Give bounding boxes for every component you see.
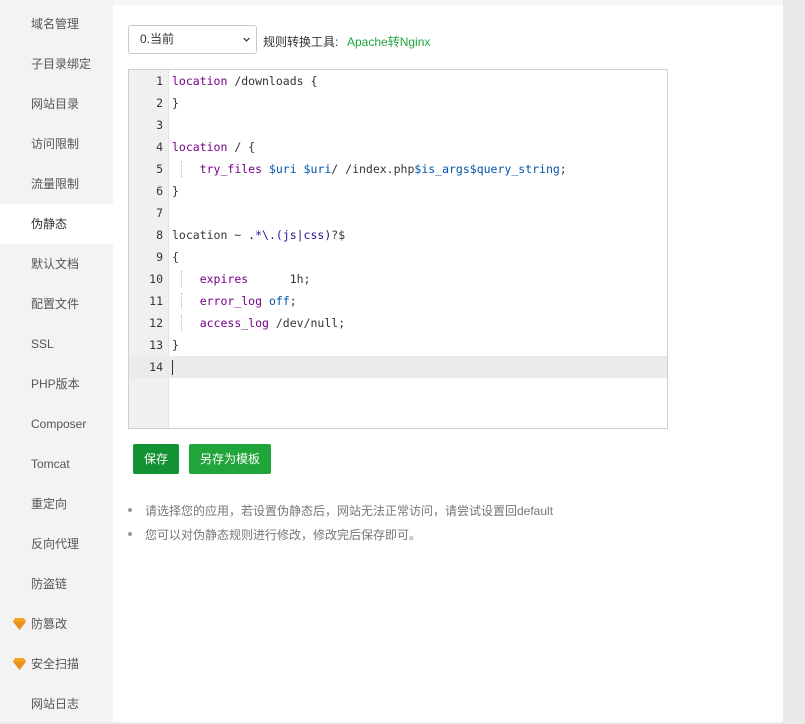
sidebar-item-domain[interactable]: 域名管理: [0, 4, 113, 44]
converter-label: 规则转换工具:: [263, 35, 339, 49]
code-line-current[interactable]: 14: [129, 356, 667, 378]
line-number: 11: [149, 294, 163, 308]
tip-item: 请选择您的应用，若设置伪静态后，网站无法正常访问，请尝试设置回default: [128, 504, 553, 528]
sidebar-item-default-document[interactable]: 默认文档: [0, 244, 113, 284]
line-number: 5: [156, 162, 163, 176]
code-text: try_files $uri $uri/ /index.php$is_args$…: [199, 162, 567, 176]
code-line: 3: [129, 114, 667, 136]
line-number: 4: [156, 140, 163, 154]
diamond-icon: [13, 658, 26, 670]
right-edge-background: [783, 0, 805, 722]
bullet-icon: [128, 532, 132, 536]
save-button[interactable]: 保存: [133, 444, 179, 474]
code-editor[interactable]: 1 location /downloads { 2 } 3 4 location…: [128, 69, 668, 429]
code-text: error_log off;: [199, 294, 297, 308]
sidebar-item-site-log[interactable]: 网站日志: [0, 684, 113, 724]
line-number: 8: [156, 228, 163, 242]
code-text: {: [172, 250, 179, 264]
tip-item: 您可以对伪静态规则进行修改，修改完后保存即可。: [128, 528, 553, 552]
code-line: 10 expires 1h;: [129, 268, 667, 290]
code-text: location /downloads {: [172, 74, 318, 88]
sidebar-item-rewrite[interactable]: 伪静态: [0, 204, 113, 244]
code-text: location ~ .*\.(js|css)?$: [172, 228, 346, 242]
line-number: 14: [149, 360, 163, 374]
line-number: 13: [149, 338, 163, 352]
code-line: 8 location ~ .*\.(js|css)?$: [129, 224, 667, 246]
top-strip: [113, 0, 783, 5]
bullet-icon: [128, 508, 132, 512]
sidebar-item-site-directory[interactable]: 网站目录: [0, 84, 113, 124]
sidebar-item-access-limit[interactable]: 访问限制: [0, 124, 113, 164]
code-line: 4 location / {: [129, 136, 667, 158]
line-number: 1: [156, 74, 163, 88]
code-text: access_log /dev/null;: [199, 316, 346, 330]
code-line: 13 }: [129, 334, 667, 356]
line-number: 7: [156, 206, 163, 220]
sidebar-item-traffic-limit[interactable]: 流量限制: [0, 164, 113, 204]
code-line: 1 location /downloads {: [129, 70, 667, 92]
code-text: }: [172, 184, 179, 198]
sidebar-item-security-scan[interactable]: 安全扫描: [0, 644, 113, 684]
text-cursor: [172, 360, 173, 375]
sidebar-item-redirect[interactable]: 重定向: [0, 484, 113, 524]
code-line: 5 try_files $uri $uri/ /index.php$is_arg…: [129, 158, 667, 180]
code-line: 7: [129, 202, 667, 224]
sidebar-item-tamper-protection[interactable]: 防篡改: [0, 604, 113, 644]
code-text: }: [172, 338, 179, 352]
tips-list: 请选择您的应用，若设置伪静态后，网站无法正常访问，请尝试设置回default 您…: [128, 504, 553, 552]
code-line: 12 access_log /dev/null;: [129, 312, 667, 334]
line-number: 10: [149, 272, 163, 286]
code-line: 6 }: [129, 180, 667, 202]
sidebar-item-composer[interactable]: Composer: [0, 404, 113, 444]
sidebar-item-config-file[interactable]: 配置文件: [0, 284, 113, 324]
sidebar-item-reverse-proxy[interactable]: 反向代理: [0, 524, 113, 564]
line-number: 3: [156, 118, 163, 132]
save-as-template-button[interactable]: 另存为模板: [189, 444, 271, 474]
code-text: location / {: [172, 140, 256, 154]
code-text: expires 1h;: [199, 272, 311, 286]
apache-to-nginx-link[interactable]: Apache转Nginx: [347, 33, 430, 50]
sidebar-item-ssl[interactable]: SSL: [0, 324, 113, 364]
code-line: 2 }: [129, 92, 667, 114]
sidebar-item-hotlink-protection[interactable]: 防盗链: [0, 564, 113, 604]
code-text: }: [172, 96, 179, 110]
rewrite-template-select[interactable]: 0.当前: [128, 25, 257, 54]
settings-sidebar: 域名管理 子目录绑定 网站目录 访问限制 流量限制 伪静态 默认文档 配置文件 …: [0, 0, 113, 722]
code-line: 9 {: [129, 246, 667, 268]
sidebar-item-php-version[interactable]: PHP版本: [0, 364, 113, 404]
chevron-down-icon: [243, 37, 250, 42]
line-number: 9: [156, 250, 163, 264]
sidebar-item-tomcat[interactable]: Tomcat: [0, 444, 113, 484]
rewrite-template-value: 0.当前: [140, 32, 175, 46]
rewrite-panel: 0.当前 规则转换工具: Apache转Nginx 1 location /do…: [113, 0, 783, 722]
line-number: 12: [149, 316, 163, 330]
line-number: 2: [156, 96, 163, 110]
code-line: 11 error_log off;: [129, 290, 667, 312]
diamond-icon: [13, 618, 26, 630]
line-number: 6: [156, 184, 163, 198]
sidebar-item-subdir-binding[interactable]: 子目录绑定: [0, 44, 113, 84]
